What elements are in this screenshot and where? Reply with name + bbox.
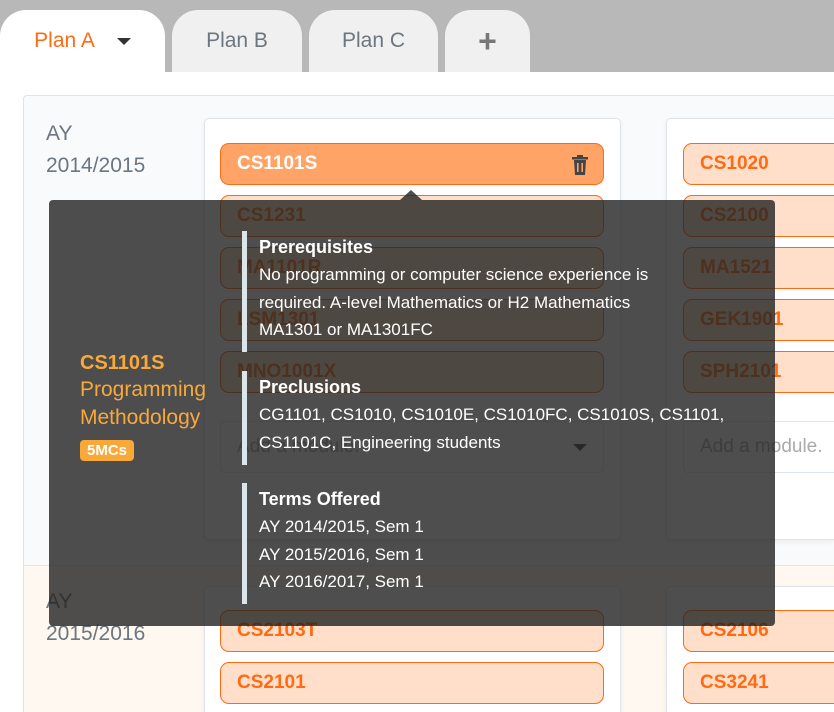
tab-plan-c[interactable]: Plan C [309, 10, 438, 72]
tab-label: Plan A [34, 29, 95, 52]
module-item[interactable]: MA1101R [220, 247, 604, 289]
module-item[interactable]: MA1521 [683, 247, 834, 289]
tab-plan-b[interactable]: Plan B [172, 10, 302, 72]
chevron-down-icon [573, 444, 587, 451]
module-item[interactable]: CS2101 [220, 662, 604, 704]
caret-down-icon[interactable] [116, 37, 131, 45]
tab-label: Plan B [206, 29, 268, 52]
plus-icon: + [478, 22, 497, 59]
add-plan-button[interactable]: + [445, 10, 530, 72]
year-label: AY 2015/2016 [46, 590, 146, 645]
module-item[interactable]: CS2103T [220, 610, 604, 652]
module-item[interactable]: CS1101S [220, 143, 604, 185]
module-item[interactable]: CS1020 [683, 143, 834, 185]
module-item[interactable]: GEK1901 [683, 299, 834, 341]
add-module-input[interactable]: Add a module. [683, 421, 834, 473]
tab-label: Plan C [341, 29, 406, 52]
module-item[interactable]: SPH2101 [683, 351, 834, 393]
module-item[interactable]: CS1231 [220, 195, 604, 237]
plan-tab-bar: Plan A Plan B Plan C + [0, 0, 834, 72]
add-module-select[interactable]: Add a module. [220, 421, 604, 473]
trash-icon[interactable] [571, 155, 589, 175]
tab-plan-a[interactable]: Plan A [0, 10, 165, 72]
module-item[interactable]: CS2106 [683, 610, 834, 652]
year-label: AY 2014/2015 [46, 122, 146, 177]
module-item[interactable]: LSM1301 [220, 299, 604, 341]
module-item[interactable]: CS3241 [683, 662, 834, 704]
module-item[interactable]: CS2100 [683, 195, 834, 237]
module-item[interactable]: MNO1001X [220, 351, 604, 393]
